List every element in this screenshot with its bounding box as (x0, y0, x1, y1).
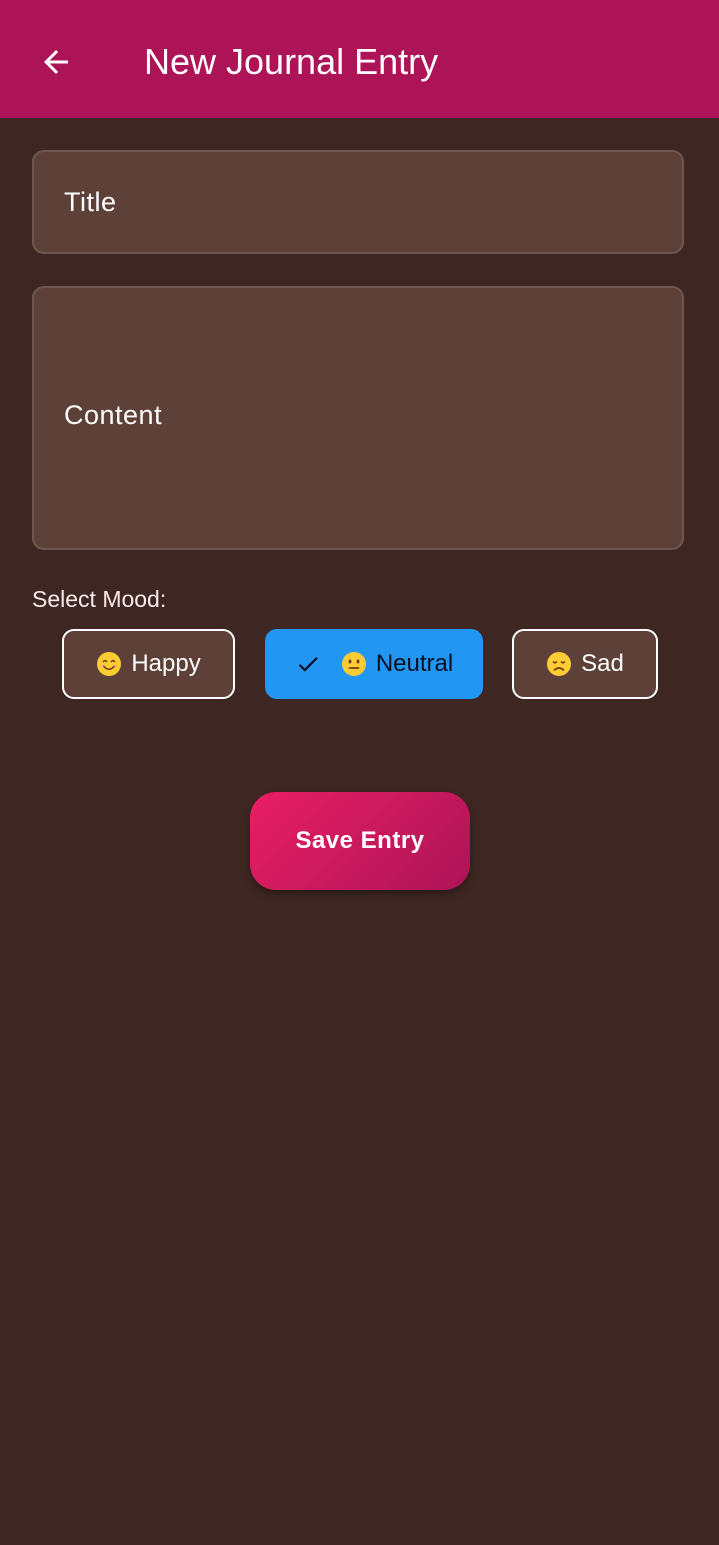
mood-chip-happy[interactable]: Happy (62, 629, 235, 699)
arrow-back-icon (38, 44, 74, 80)
mood-chip-label: Neutral (375, 650, 454, 677)
content-field[interactable] (32, 286, 684, 550)
title-input[interactable] (64, 184, 662, 220)
page-title: New Journal Entry (144, 41, 439, 82)
mood-chip-sad[interactable]: Sad (512, 629, 658, 699)
mood-label: Select Mood: (32, 586, 167, 612)
title-field[interactable] (32, 150, 684, 254)
mood-chip-label: Happy (131, 650, 201, 677)
neutral-face-icon (341, 651, 367, 677)
content-input[interactable] (64, 400, 662, 440)
save-entry-button[interactable]: Save Entry (250, 792, 470, 890)
mood-chip-neutral[interactable]: Neutral (265, 629, 483, 699)
smiling-face-icon (96, 651, 122, 677)
mood-chip-label: Sad (581, 650, 624, 677)
back-button[interactable] (22, 30, 90, 94)
check-icon (295, 651, 321, 677)
disappointed-face-icon (546, 651, 572, 677)
app-bar: New Journal Entry (0, 0, 719, 118)
